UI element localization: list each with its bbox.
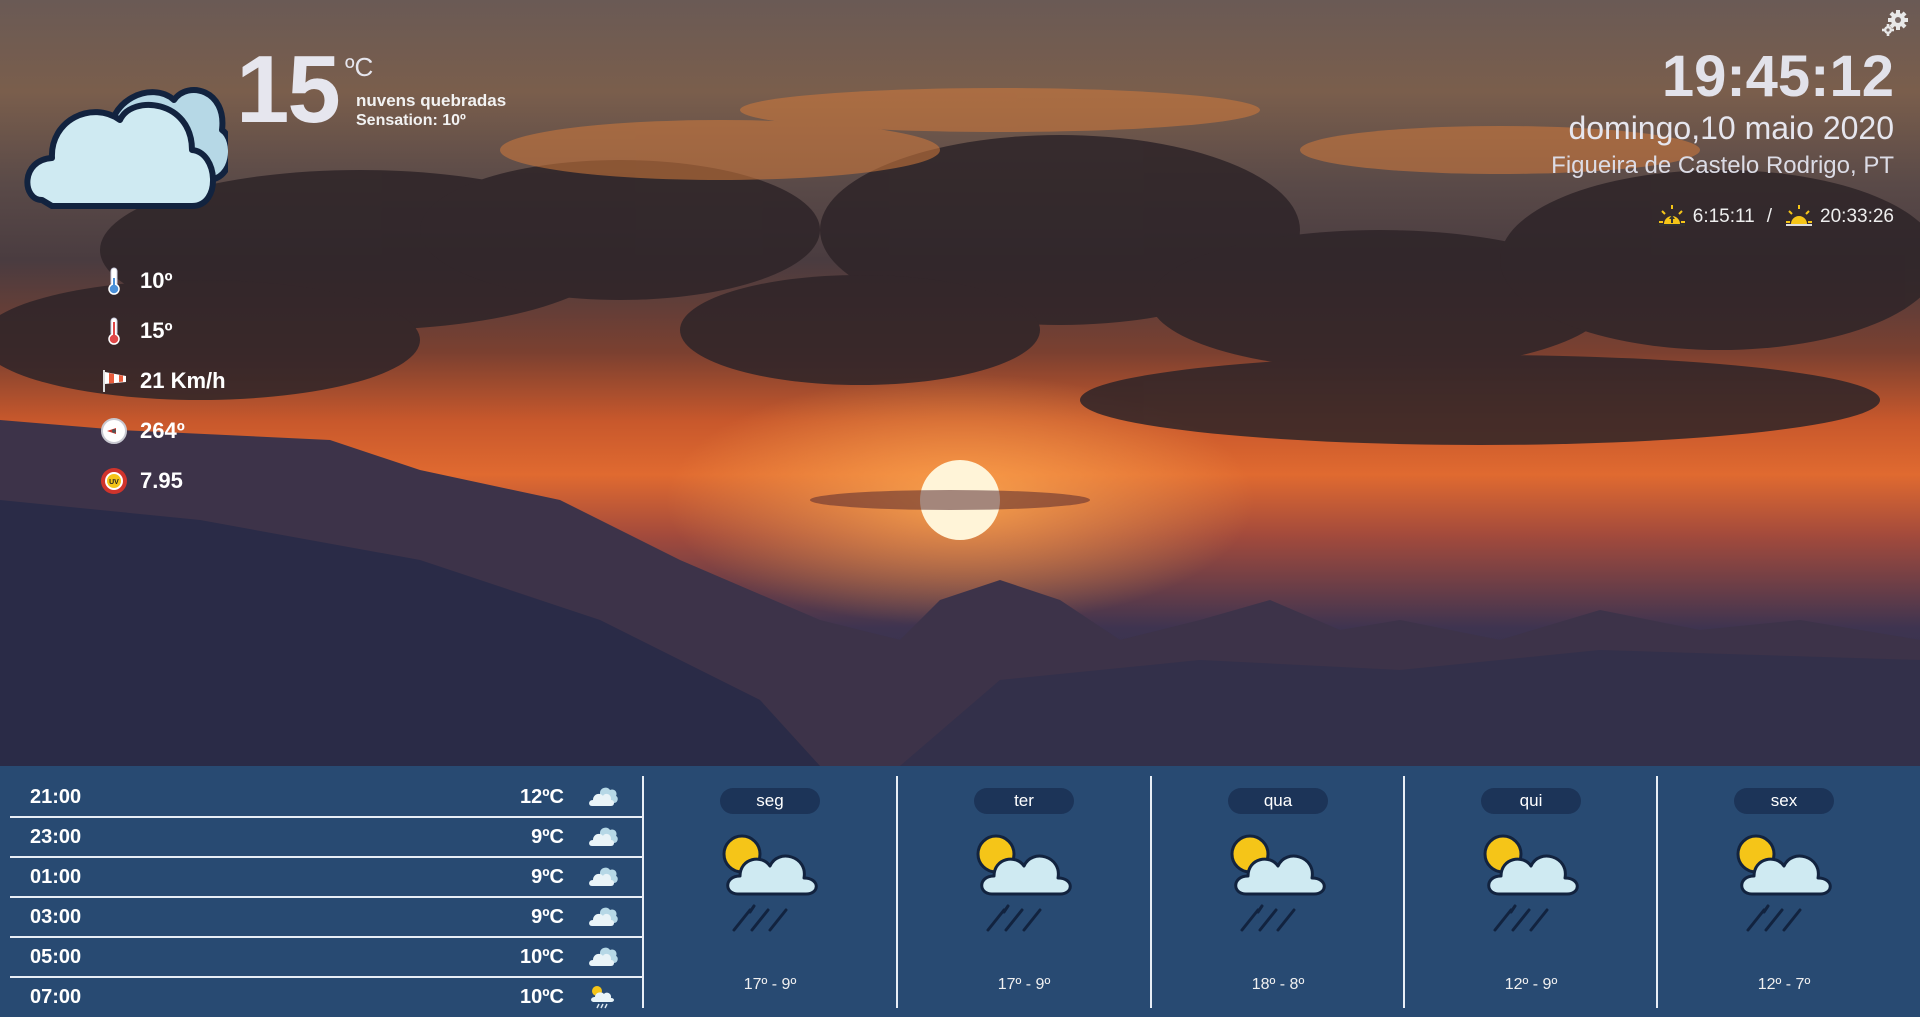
hourly-time: 07:00 — [30, 985, 82, 1008]
sunrise-sunset: 6:15:11 / 20:33:26 — [1657, 202, 1894, 232]
location-name: Figueira de Castelo Rodrigo, PT — [1551, 152, 1894, 179]
hourly-row: 05:00 10ºC — [10, 938, 642, 978]
min-temp-value: 10º — [140, 268, 173, 293]
windsock-icon — [98, 366, 130, 396]
hourly-temp: 9ºC — [531, 865, 564, 888]
hourly-time: 01:00 — [30, 865, 82, 888]
cloud-icon — [589, 907, 618, 926]
day-label: seg — [720, 788, 820, 814]
hourly-time: 03:00 — [30, 905, 82, 928]
hourly-row: 23:00 9ºC — [10, 818, 642, 858]
hourly-row: 03:00 9ºC — [10, 898, 642, 938]
temp-range: 12º - 7º — [1757, 976, 1811, 993]
sun-cloud-rain-icon — [976, 834, 1072, 932]
clock-time: 19:45:12 — [1661, 44, 1894, 109]
hourly-temp: 9ºC — [531, 905, 564, 928]
day-label: ter — [974, 788, 1074, 814]
day-label: qui — [1481, 788, 1581, 814]
stat-max-temp: 15º — [98, 316, 173, 346]
cloud-icon — [589, 827, 618, 846]
current-temperature: 15 — [236, 36, 341, 143]
feels-like: Sensation: 10º — [356, 112, 466, 129]
temperature-unit: ºC — [345, 52, 374, 82]
max-temp-value: 15º — [140, 318, 173, 343]
stat-wind-speed: 21 Km/h — [98, 366, 226, 396]
sun-cloud-rain-icon — [1230, 834, 1326, 932]
weather-description: nuvens quebradas — [356, 91, 507, 110]
daily-forecast-card: sex 12º - 7º — [1658, 766, 1910, 1017]
sun-separator: / — [1766, 206, 1773, 227]
stat-min-temp: 10º — [98, 266, 173, 296]
sun-cloud-rain-icon — [722, 834, 818, 932]
hourly-temp: 10ºC — [520, 945, 564, 968]
cloud-icon — [24, 87, 228, 209]
forecast-panel: 21:00 12ºC 23:00 9ºC 01:00 9ºC 03:00 9ºC… — [0, 766, 1920, 1017]
wind-speed-value: 21 Km/h — [140, 368, 226, 393]
temp-range: 17º - 9º — [997, 976, 1051, 993]
sunset-icon — [1786, 205, 1813, 226]
svg-text:UV: UV — [109, 479, 119, 486]
hourly-time: 23:00 — [30, 825, 82, 848]
hourly-time: 05:00 — [30, 945, 82, 968]
hourly-temp: 12ºC — [520, 785, 564, 808]
hourly-temp: 10ºC — [520, 985, 564, 1008]
sunset-time: 20:33:26 — [1820, 206, 1894, 227]
daily-forecast-card: qui 12º - 9º — [1405, 766, 1657, 1017]
day-label: qua — [1228, 788, 1328, 814]
hourly-row: 07:00 10ºC — [10, 978, 642, 1016]
uv-index-value: 7.95 — [140, 468, 183, 493]
hourly-forecast: 21:00 12ºC 23:00 9ºC 01:00 9ºC 03:00 9ºC… — [10, 778, 642, 1016]
daily-forecast-card: qua 18º - 8º — [1152, 766, 1404, 1017]
sunrise-time: 6:15:11 — [1692, 206, 1755, 227]
daily-forecast-card: seg 17º - 9º — [644, 766, 896, 1017]
sunrise-icon — [1658, 205, 1685, 226]
cloud-icon — [589, 947, 618, 966]
thermometer-low-icon — [98, 266, 130, 296]
uv-index-icon: UV — [98, 466, 130, 496]
thermometer-high-icon — [98, 316, 130, 346]
stat-wind-direction: 264º — [98, 416, 185, 446]
gear-icon[interactable] — [1880, 8, 1910, 38]
hourly-time: 21:00 — [30, 785, 82, 808]
cloud-icon — [589, 787, 618, 806]
day-label: sex — [1734, 788, 1834, 814]
wind-direction-value: 264º — [140, 418, 185, 443]
sun-cloud-rain-icon — [591, 986, 614, 1009]
hourly-row: 01:00 9ºC — [10, 858, 642, 898]
compass-icon — [98, 416, 130, 446]
hourly-row: 21:00 12ºC — [10, 778, 642, 818]
temp-range: 17º - 9º — [743, 976, 797, 993]
stat-uv-index: UV 7.95 — [98, 466, 183, 496]
sun-cloud-rain-icon — [1736, 834, 1832, 932]
temp-range: 12º - 9º — [1504, 976, 1558, 993]
daily-forecast-card: ter 17º - 9º — [898, 766, 1150, 1017]
sun-cloud-rain-icon — [1483, 834, 1579, 932]
temp-range: 18º - 8º — [1251, 976, 1305, 993]
cloud-icon — [589, 867, 618, 886]
clock-date: domingo,10 maio 2020 — [1568, 110, 1894, 146]
hourly-temp: 9ºC — [531, 825, 564, 848]
